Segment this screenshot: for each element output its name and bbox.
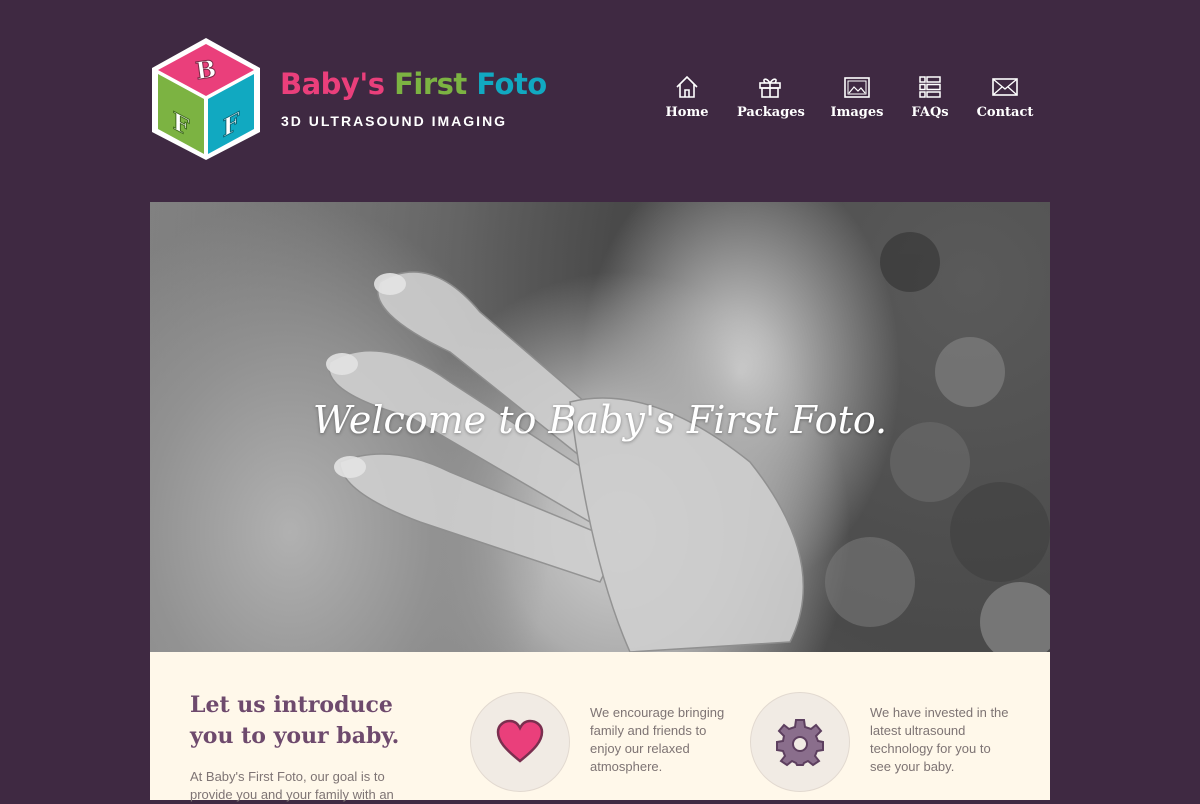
nav-label-images: Images [830, 105, 884, 120]
hero-banner: Welcome to Baby's First Foto. [150, 202, 1050, 652]
nav-item-contact[interactable]: Contact [976, 74, 1034, 120]
gift-icon [759, 78, 781, 98]
feature-circle-gear [750, 692, 850, 792]
main-nav: Home Packages Images FAQs Contact [0, 74, 1200, 134]
nav-item-images[interactable]: Images [830, 74, 884, 120]
nav-item-home[interactable]: Home [665, 74, 709, 120]
intro-text: At Baby's First Foto, our goal is to pro… [190, 769, 394, 802]
nav-label-home: Home [665, 105, 709, 120]
picture-icon [844, 77, 870, 98]
feature-circle-heart [470, 692, 570, 792]
gear-icon [776, 719, 824, 767]
nav-label-contact: Contact [976, 105, 1034, 120]
home-icon [676, 75, 698, 98]
intro-section: Let us introduce you to your baby. At Ba… [150, 652, 1050, 802]
feature-text-technology: We have invested in the latest ultrasoun… [870, 705, 1009, 774]
list-icon [919, 76, 941, 98]
intro-heading: Let us introduce you to your baby. [190, 692, 400, 749]
nav-item-faqs[interactable]: FAQs [909, 74, 951, 120]
nav-item-packages[interactable]: Packages [737, 74, 805, 120]
hero-title: Welcome to Baby's First Foto. [312, 398, 888, 442]
nav-label-packages: Packages [737, 105, 805, 120]
feature-text-family: We encourage bringing family and friends… [590, 705, 725, 774]
heart-icon [496, 719, 544, 763]
envelope-icon [992, 78, 1018, 96]
nav-label-faqs: FAQs [911, 105, 949, 120]
